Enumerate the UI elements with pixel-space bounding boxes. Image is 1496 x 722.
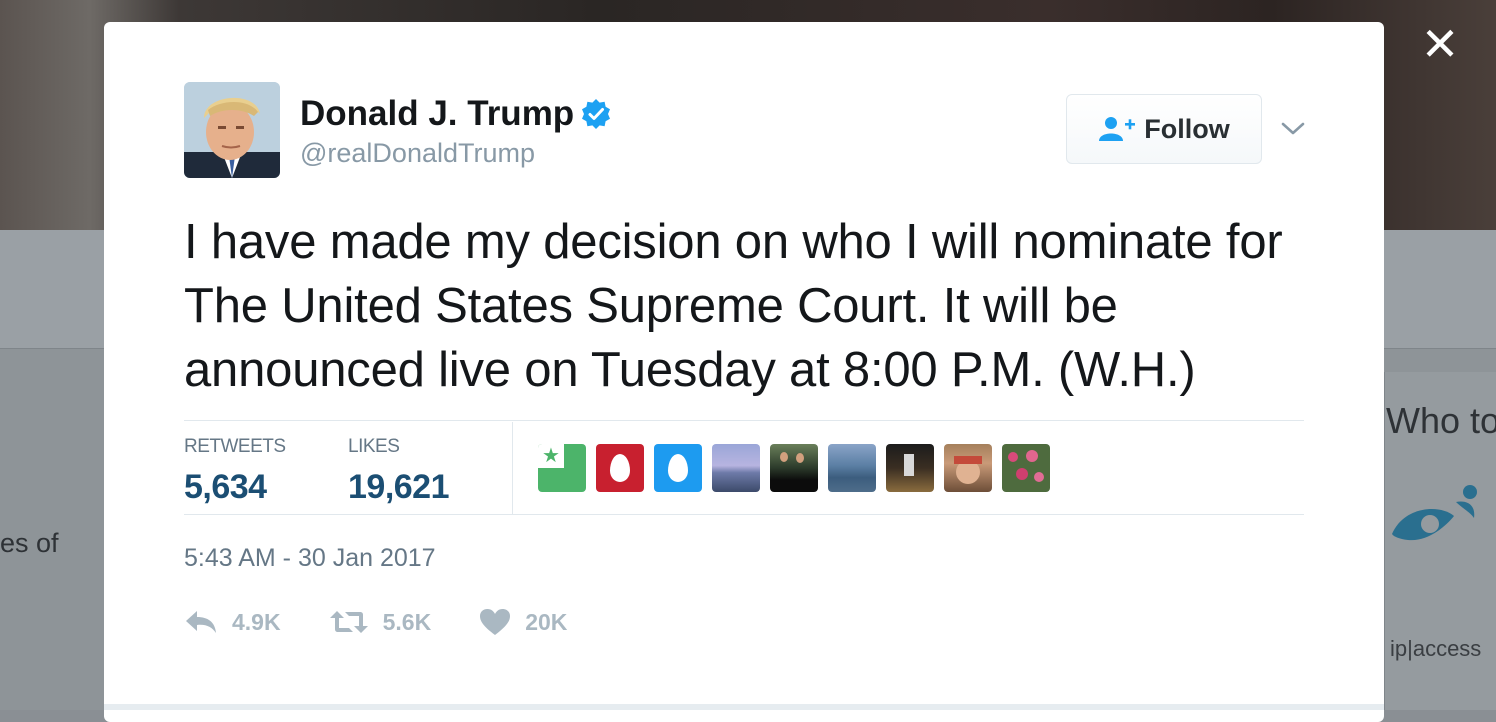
background-text-snippet: es of	[0, 528, 59, 558]
tweet-modal: Donald J. Trump @realDonaldTrump Follow …	[104, 22, 1384, 722]
tweet-text: I have made my decision on who I will no…	[184, 215, 1283, 397]
author-avatar[interactable]	[184, 82, 280, 178]
heart-icon	[480, 609, 511, 635]
follow-user-plus-icon	[1099, 117, 1136, 141]
likes-value: 19,621	[348, 468, 450, 506]
reply-button[interactable]: 4.9K	[184, 609, 281, 636]
like-count: 20K	[525, 608, 568, 635]
liker-sports-avatar[interactable]	[886, 444, 934, 492]
liker-blue-egg-avatar[interactable]	[654, 444, 702, 492]
likes-stat[interactable]: LIKES 19,621	[348, 436, 450, 507]
stats-top-divider	[184, 420, 1304, 421]
retweet-button[interactable]: 5.6K	[329, 608, 432, 636]
liker-beach-avatar[interactable]	[712, 444, 760, 492]
verified-badge-icon	[582, 99, 611, 129]
liker-group-photo-avatar[interactable]	[770, 444, 818, 492]
liker-person-cap-avatar[interactable]	[944, 444, 992, 492]
author-name[interactable]: Donald J. Trump	[300, 94, 574, 134]
follow-button-label: Follow	[1144, 113, 1230, 144]
tweet-actions: 4.9K 5.6K 20K	[184, 608, 615, 636]
liker-ocean-avatar[interactable]	[828, 444, 876, 492]
stats-vertical-divider	[512, 422, 513, 514]
close-modal-button[interactable]: ✕	[1418, 21, 1462, 67]
liker-flowers-avatar[interactable]	[1002, 444, 1050, 492]
likes-label: LIKES	[348, 436, 400, 457]
modal-bottom-edge	[104, 704, 1384, 710]
reply-icon	[186, 611, 216, 633]
retweets-stat[interactable]: RETWEETS 5,634	[184, 436, 286, 507]
chevron-down-icon[interactable]	[1280, 116, 1306, 142]
likers-avatar-list: ★	[538, 444, 1060, 492]
liker-red-egg-avatar[interactable]	[596, 444, 644, 492]
follow-button[interactable]: Follow	[1066, 94, 1262, 164]
sponsor-logo-icon	[1384, 482, 1484, 557]
sponsor-name: ip|access	[1390, 636, 1482, 661]
retweet-icon	[329, 611, 368, 633]
retweet-count: 5.6K	[382, 608, 432, 635]
reply-count: 4.9K	[232, 608, 281, 635]
tweet-timestamp[interactable]: 5:43 AM - 30 Jan 2017	[184, 544, 436, 573]
retweets-label: RETWEETS	[184, 436, 286, 457]
author-handle[interactable]: @realDonaldTrump	[300, 138, 535, 169]
retweets-value: 5,634	[184, 468, 267, 506]
like-button[interactable]: 20K	[479, 608, 567, 636]
liker-green-star-avatar[interactable]: ★	[538, 444, 586, 492]
stats-bottom-divider	[184, 514, 1304, 515]
who-to-follow-heading: Who to	[1386, 400, 1496, 441]
